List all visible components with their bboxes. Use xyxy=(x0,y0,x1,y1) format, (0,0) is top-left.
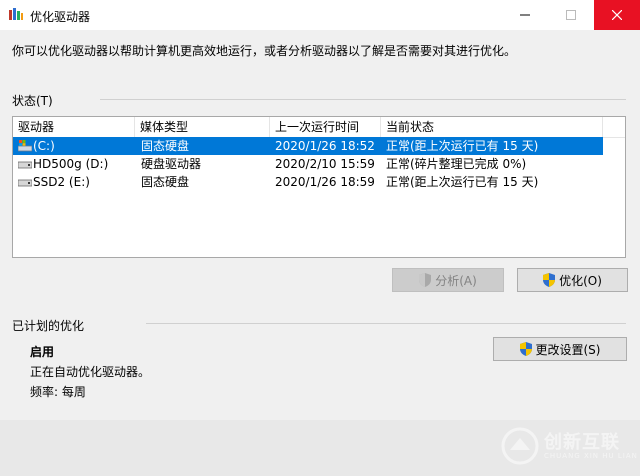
scheduled-separator xyxy=(146,323,626,324)
brand-logo-icon xyxy=(501,427,539,465)
column-current-status[interactable]: 当前状态 xyxy=(381,117,603,137)
current-status: 正常(碎片整理已完成 0%) xyxy=(386,157,527,171)
uac-shield-icon xyxy=(419,273,432,287)
current-status: 正常(距上次运行已有 15 天) xyxy=(386,175,539,189)
brand-watermark: 创新互联 CHUANG XIN HU LIAN xyxy=(500,424,637,470)
drives-list[interactable]: 驱动器 媒体类型 上一次运行时间 当前状态 (C:) 固态硬盘 2020/1/2… xyxy=(12,116,626,258)
watermark-sub: CHUANG XIN HU LIAN xyxy=(544,452,638,460)
media-type: 硬盘驱动器 xyxy=(141,157,202,171)
status-separator xyxy=(100,99,626,100)
watermark-brand: 创新互联 xyxy=(544,432,620,453)
uac-shield-icon xyxy=(519,342,532,356)
uac-shield-icon xyxy=(543,273,556,287)
title-bar: 优化驱动器 xyxy=(0,0,640,30)
table-row[interactable]: (C:) 固态硬盘 2020/1/26 18:52 正常(距上次运行已有 15 … xyxy=(13,137,603,155)
media-type: 固态硬盘 xyxy=(141,175,190,189)
defrag-app-icon xyxy=(9,8,23,20)
column-drive[interactable]: 驱动器 xyxy=(13,117,135,137)
minimize-icon xyxy=(520,14,530,16)
optimize-button[interactable]: 优化(O) xyxy=(517,268,628,292)
analyze-label: 分析(A) xyxy=(435,273,477,288)
schedule-frequency: 频率: 每周 xyxy=(30,385,86,399)
table-row[interactable]: SSD2 (E:) 固态硬盘 2020/1/26 18:59 正常(距上次运行已… xyxy=(13,173,603,191)
status-label: 状态(T) xyxy=(12,94,53,108)
drive-name: (C:) xyxy=(33,139,55,153)
schedule-detail: 正在自动优化驱动器。 xyxy=(30,365,151,379)
analyze-button[interactable]: 分析(A) xyxy=(392,268,504,292)
drive-icon xyxy=(18,161,32,169)
last-run: 2020/1/26 18:52 xyxy=(275,139,375,153)
system-drive-icon xyxy=(18,140,32,152)
maximize-button[interactable] xyxy=(548,0,594,30)
optimize-label: 优化(O) xyxy=(559,273,602,288)
last-run: 2020/2/10 15:59 xyxy=(275,157,375,171)
drive-icon xyxy=(18,179,32,187)
schedule-state: 启用 xyxy=(30,345,55,359)
column-media-type[interactable]: 媒体类型 xyxy=(135,117,270,137)
scheduled-label: 已计划的优化 xyxy=(12,319,85,333)
drive-name: HD500g (D:) xyxy=(33,157,109,171)
current-status: 正常(距上次运行已有 15 天) xyxy=(386,139,539,153)
close-icon xyxy=(612,10,622,20)
minimize-button[interactable] xyxy=(502,0,548,30)
column-last-run[interactable]: 上一次运行时间 xyxy=(270,117,381,137)
last-run: 2020/1/26 18:59 xyxy=(275,175,375,189)
description-text: 你可以优化驱动器以帮助计算机更高效地运行，或者分析驱动器以了解是否需要对其进行优… xyxy=(12,44,517,58)
drive-name: SSD2 (E:) xyxy=(33,175,90,189)
window-title: 优化驱动器 xyxy=(30,10,91,24)
change-settings-button[interactable]: 更改设置(S) xyxy=(493,337,627,361)
drives-list-header: 驱动器 媒体类型 上一次运行时间 当前状态 xyxy=(13,117,625,138)
maximize-icon xyxy=(566,10,576,20)
close-button[interactable] xyxy=(594,0,640,30)
table-row[interactable]: HD500g (D:) 硬盘驱动器 2020/2/10 15:59 正常(碎片整… xyxy=(13,155,603,173)
change-settings-label: 更改设置(S) xyxy=(535,342,601,357)
media-type: 固态硬盘 xyxy=(141,139,190,153)
